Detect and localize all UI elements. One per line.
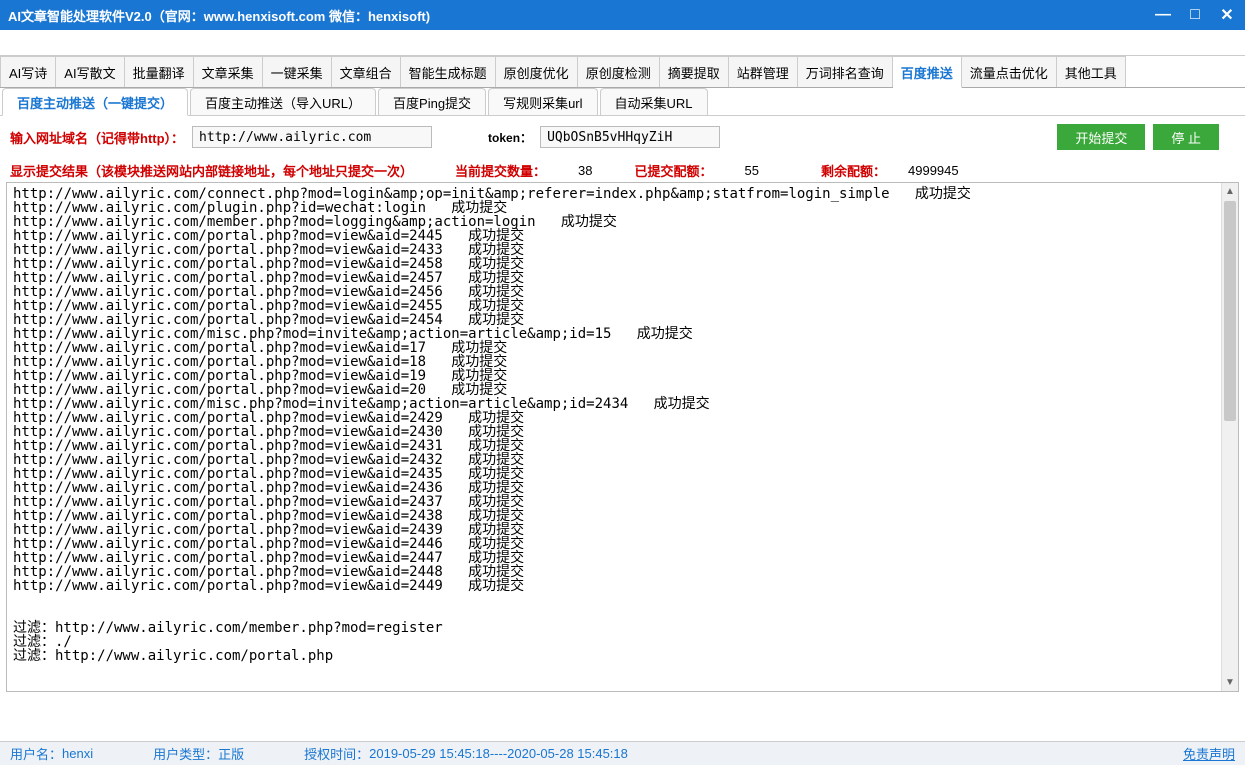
scrollbar[interactable]: ▲ ▼ bbox=[1221, 183, 1238, 691]
log-line: http://www.ailyric.com/portal.php?mod=vi… bbox=[13, 453, 1214, 467]
close-icon[interactable]: ✕ bbox=[1217, 5, 1237, 25]
main-tab-14[interactable]: 其他工具 bbox=[1057, 56, 1126, 87]
main-tab-11[interactable]: 万词排名查询 bbox=[798, 56, 893, 87]
status-bar: 用户名： henxi 用户类型： 正版 授权时间： 2019-05-29 15:… bbox=[0, 741, 1245, 765]
log-line: http://www.ailyric.com/portal.php?mod=vi… bbox=[13, 355, 1214, 369]
sub-tabs: 百度主动推送（一键提交）百度主动推送（导入URL）百度Ping提交写规则采集ur… bbox=[0, 88, 1245, 116]
main-tab-5[interactable]: 文章组合 bbox=[332, 56, 401, 87]
log-line: http://www.ailyric.com/portal.php?mod=vi… bbox=[13, 579, 1214, 593]
log-line: http://www.ailyric.com/portal.php?mod=vi… bbox=[13, 257, 1214, 271]
sub-tab-4[interactable]: 自动采集URL bbox=[600, 88, 708, 115]
user-type-label: 用户类型： bbox=[153, 744, 218, 763]
auth-value: 2019-05-29 15:45:18----2020-05-28 15:45:… bbox=[369, 746, 628, 761]
main-tab-9[interactable]: 摘要提取 bbox=[660, 56, 729, 87]
log-line: http://www.ailyric.com/portal.php?mod=vi… bbox=[13, 537, 1214, 551]
domain-input[interactable] bbox=[192, 126, 432, 148]
main-tab-8[interactable]: 原创度检测 bbox=[578, 56, 660, 87]
toolbar-spacer bbox=[0, 30, 1245, 56]
log-line: http://www.ailyric.com/portal.php?mod=vi… bbox=[13, 299, 1214, 313]
main-tab-10[interactable]: 站群管理 bbox=[729, 56, 798, 87]
token-input[interactable] bbox=[540, 126, 720, 148]
log-line: http://www.ailyric.com/portal.php?mod=vi… bbox=[13, 425, 1214, 439]
log-line: http://www.ailyric.com/portal.php?mod=vi… bbox=[13, 369, 1214, 383]
log-line: http://www.ailyric.com/portal.php?mod=vi… bbox=[13, 383, 1214, 397]
log-line: 过滤：./ bbox=[13, 635, 1214, 649]
token-label: token： bbox=[488, 129, 532, 146]
scroll-up-icon[interactable]: ▲ bbox=[1222, 183, 1238, 200]
minimize-icon[interactable]: — bbox=[1153, 5, 1173, 25]
log-line: http://www.ailyric.com/portal.php?mod=vi… bbox=[13, 551, 1214, 565]
auth-label: 授权时间： bbox=[304, 744, 369, 763]
main-tabs: AI写诗AI写散文批量翻译文章采集一键采集文章组合智能生成标题原创度优化原创度检… bbox=[0, 56, 1245, 88]
log-line: http://www.ailyric.com/portal.php?mod=vi… bbox=[13, 285, 1214, 299]
log-line: http://www.ailyric.com/portal.php?mod=vi… bbox=[13, 495, 1214, 509]
log-line: http://www.ailyric.com/plugin.php?id=wec… bbox=[13, 201, 1214, 215]
main-tab-2[interactable]: 批量翻译 bbox=[125, 56, 194, 87]
log-line: http://www.ailyric.com/portal.php?mod=vi… bbox=[13, 411, 1214, 425]
user-type-value: 正版 bbox=[218, 744, 244, 763]
scroll-down-icon[interactable]: ▼ bbox=[1222, 674, 1238, 691]
log-line: http://www.ailyric.com/portal.php?mod=vi… bbox=[13, 481, 1214, 495]
result-label: 显示提交结果（该模块推送网站内部链接地址，每个地址只提交一次） bbox=[10, 161, 413, 180]
log-line: http://www.ailyric.com/portal.php?mod=vi… bbox=[13, 509, 1214, 523]
current-count-value: 38 bbox=[578, 163, 592, 178]
disclaimer-link[interactable]: 免责声明 bbox=[1183, 744, 1235, 763]
remain-label: 剩余配额： bbox=[821, 161, 886, 180]
log-line: http://www.ailyric.com/portal.php?mod=vi… bbox=[13, 313, 1214, 327]
log-line: http://www.ailyric.com/portal.php?mod=vi… bbox=[13, 565, 1214, 579]
window-controls: — □ ✕ bbox=[1153, 5, 1237, 25]
log-line: http://www.ailyric.com/portal.php?mod=vi… bbox=[13, 439, 1214, 453]
main-tab-3[interactable]: 文章采集 bbox=[194, 56, 263, 87]
log-line: http://www.ailyric.com/portal.php?mod=vi… bbox=[13, 229, 1214, 243]
sub-tab-1[interactable]: 百度主动推送（导入URL） bbox=[190, 88, 376, 115]
start-button[interactable]: 开始提交 bbox=[1057, 124, 1145, 150]
user-label: 用户名： bbox=[10, 744, 62, 763]
remain-value: 4999945 bbox=[908, 163, 959, 178]
log-line bbox=[13, 607, 1214, 621]
log-content[interactable]: http://www.ailyric.com/connect.php?mod=l… bbox=[7, 183, 1220, 691]
sub-tab-2[interactable]: 百度Ping提交 bbox=[378, 88, 486, 115]
stop-button[interactable]: 停 止 bbox=[1153, 124, 1219, 150]
main-tab-6[interactable]: 智能生成标题 bbox=[401, 56, 496, 87]
submitted-value: 55 bbox=[745, 163, 759, 178]
scroll-thumb[interactable] bbox=[1224, 201, 1236, 421]
input-row: 输入网址域名（记得带http）： token： 开始提交 停 止 bbox=[0, 116, 1245, 158]
submitted-label: 已提交配额： bbox=[635, 161, 713, 180]
domain-label: 输入网址域名（记得带http）： bbox=[10, 128, 184, 147]
log-line: http://www.ailyric.com/portal.php?mod=vi… bbox=[13, 467, 1214, 481]
maximize-icon[interactable]: □ bbox=[1185, 5, 1205, 25]
sub-tab-3[interactable]: 写规则采集url bbox=[488, 88, 597, 115]
log-line: http://www.ailyric.com/member.php?mod=lo… bbox=[13, 215, 1214, 229]
user-value: henxi bbox=[62, 746, 93, 761]
log-line: http://www.ailyric.com/connect.php?mod=l… bbox=[13, 187, 1214, 201]
main-tab-4[interactable]: 一键采集 bbox=[263, 56, 332, 87]
main-tab-13[interactable]: 流量点击优化 bbox=[962, 56, 1057, 87]
main-tab-7[interactable]: 原创度优化 bbox=[496, 56, 578, 87]
log-line: 过滤：http://www.ailyric.com/member.php?mod… bbox=[13, 621, 1214, 635]
log-area: http://www.ailyric.com/connect.php?mod=l… bbox=[6, 182, 1239, 692]
titlebar: AI文章智能处理软件V2.0（官网：www.henxisoft.com 微信：h… bbox=[0, 0, 1245, 30]
main-tab-0[interactable]: AI写诗 bbox=[0, 56, 56, 87]
log-line: 过滤：http://www.ailyric.com/portal.php bbox=[13, 649, 1214, 663]
log-line: http://www.ailyric.com/misc.php?mod=invi… bbox=[13, 397, 1214, 411]
current-count-label: 当前提交数量： bbox=[455, 161, 546, 180]
main-tab-12[interactable]: 百度推送 bbox=[893, 56, 962, 88]
log-line: http://www.ailyric.com/portal.php?mod=vi… bbox=[13, 243, 1214, 257]
log-line: http://www.ailyric.com/misc.php?mod=invi… bbox=[13, 327, 1214, 341]
sub-tab-0[interactable]: 百度主动推送（一键提交） bbox=[2, 88, 188, 116]
window-title: AI文章智能处理软件V2.0（官网：www.henxisoft.com 微信：h… bbox=[8, 6, 1153, 25]
result-header: 显示提交结果（该模块推送网站内部链接地址，每个地址只提交一次） 当前提交数量： … bbox=[0, 158, 1245, 182]
log-line: http://www.ailyric.com/portal.php?mod=vi… bbox=[13, 271, 1214, 285]
main-tab-1[interactable]: AI写散文 bbox=[56, 56, 124, 87]
log-line: http://www.ailyric.com/portal.php?mod=vi… bbox=[13, 341, 1214, 355]
log-line bbox=[13, 593, 1214, 607]
log-line: http://www.ailyric.com/portal.php?mod=vi… bbox=[13, 523, 1214, 537]
